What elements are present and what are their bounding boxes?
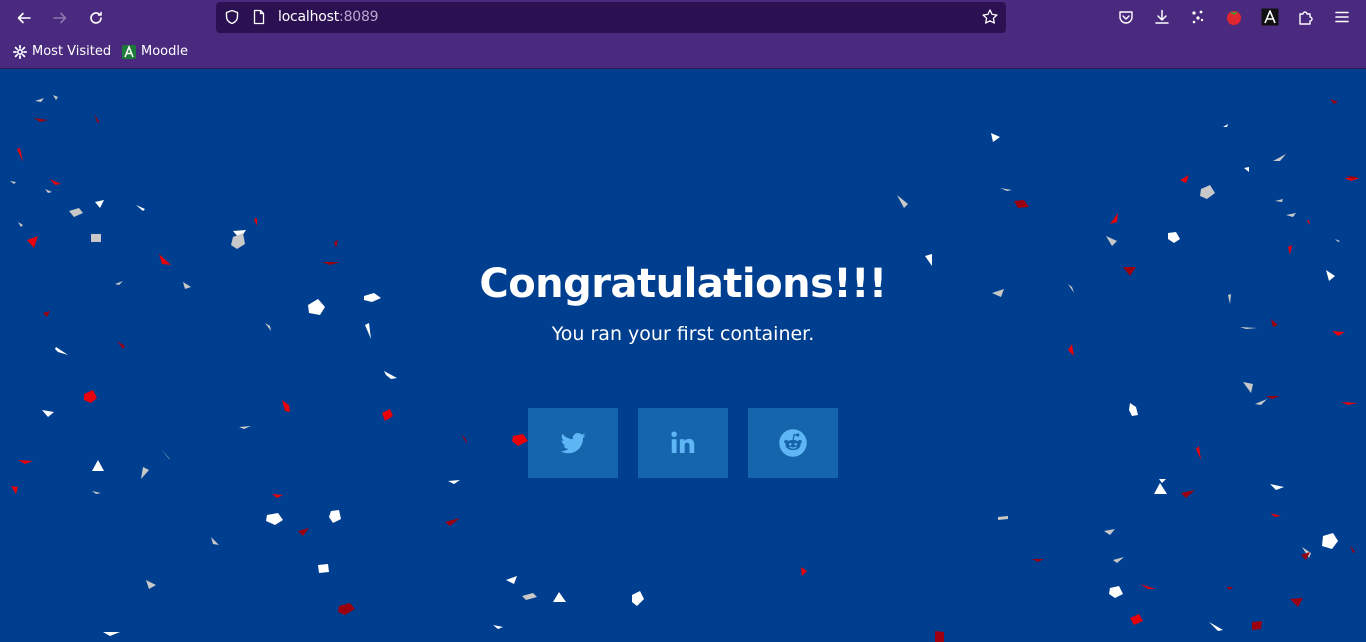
forward-button[interactable] — [47, 5, 73, 31]
reload-icon — [90, 11, 102, 24]
page-title: Congratulations!!! — [479, 261, 887, 307]
reload-button[interactable] — [83, 5, 109, 31]
bookmarks-bar: Most Visited Moodle — [0, 36, 1366, 69]
menu-button[interactable] — [1333, 8, 1351, 26]
url-text[interactable]: localhost:8089 — [278, 9, 379, 25]
browser-toolbar: localhost:8089 — [0, 0, 1366, 36]
arrow-right-icon — [53, 12, 67, 24]
tomato-icon — [1227, 11, 1241, 25]
menu-icon — [1335, 11, 1349, 23]
linkedin-icon — [671, 431, 695, 453]
downloads-button[interactable] — [1153, 8, 1171, 26]
font-extension-button[interactable] — [1261, 8, 1279, 26]
bookmark-label: Moodle — [141, 44, 188, 59]
extensions-button[interactable] — [1297, 8, 1315, 26]
page-icon[interactable] — [251, 9, 267, 25]
address-bar[interactable]: localhost:8089 — [216, 2, 1006, 33]
tomato-extension-button[interactable] — [1225, 8, 1243, 26]
url-host: localhost — [278, 9, 340, 25]
bookmark-most-visited[interactable]: Most Visited — [13, 44, 111, 59]
moodle-icon — [122, 44, 136, 59]
reddit-share-button[interactable] — [748, 408, 838, 478]
pocket-icon — [1119, 11, 1133, 24]
confetti-decoration — [10, 95, 1360, 642]
url-port: :8089 — [339, 9, 379, 25]
shield-icon[interactable] — [224, 9, 240, 25]
extension-icon — [1192, 10, 1204, 24]
browser-chrome: localhost:8089 Most Visited Moodle — [0, 0, 1366, 69]
pocket-button[interactable] — [1117, 8, 1135, 26]
reddit-icon — [779, 429, 807, 457]
arrow-left-icon — [17, 12, 31, 24]
gear-icon — [13, 44, 27, 59]
extension-button[interactable] — [1189, 8, 1207, 26]
puzzle-icon — [1299, 11, 1313, 25]
back-button[interactable] — [11, 5, 37, 31]
twitter-icon — [560, 432, 586, 454]
font-a-icon — [1261, 8, 1279, 26]
twitter-share-button[interactable] — [528, 408, 618, 478]
page-subtitle: You ran your first container. — [551, 323, 815, 345]
page-content: Congratulations!!! You ran your first co… — [0, 69, 1366, 642]
bookmark-moodle[interactable]: Moodle — [122, 44, 188, 59]
bookmark-star-icon[interactable] — [981, 8, 999, 26]
linkedin-share-button[interactable] — [638, 408, 728, 478]
bookmark-label: Most Visited — [32, 44, 112, 59]
download-icon — [1155, 9, 1169, 24]
